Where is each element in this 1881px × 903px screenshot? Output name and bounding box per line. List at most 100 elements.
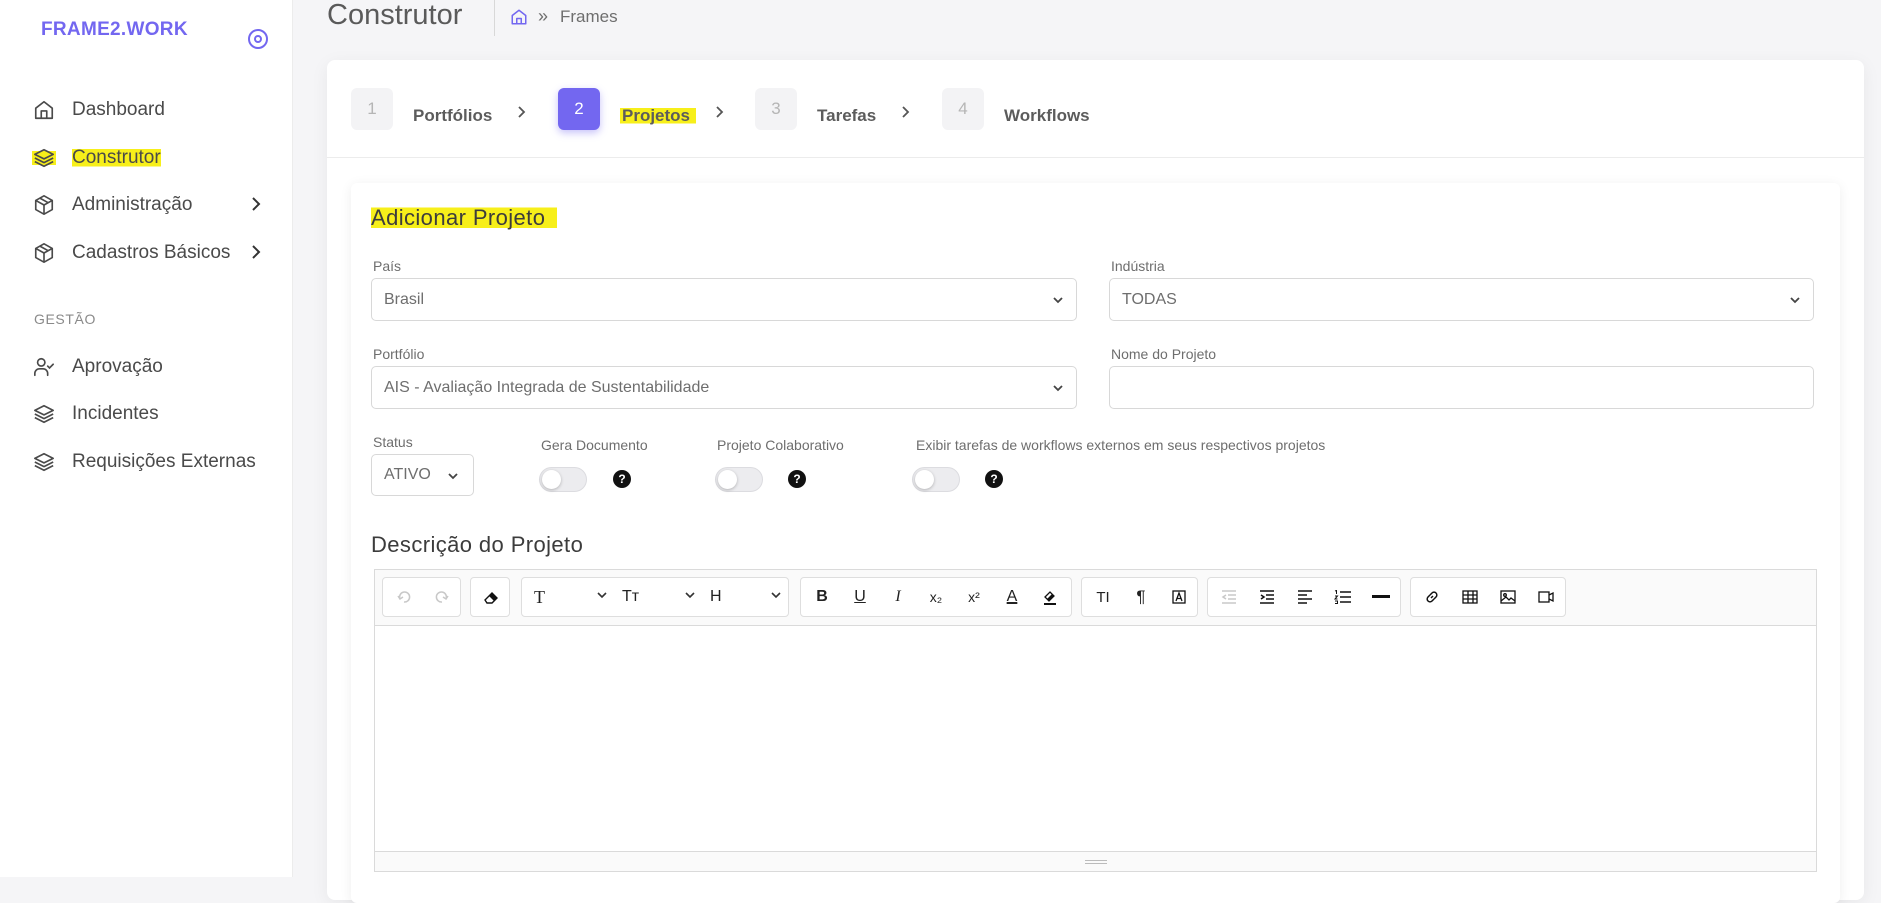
step-portfolios[interactable]: 1 Portfólios <box>351 88 492 130</box>
outdent-icon[interactable] <box>1212 578 1246 616</box>
redo-icon[interactable] <box>425 578 459 616</box>
video-icon[interactable] <box>1529 578 1563 616</box>
portfolio-select[interactable]: AIS - Avaliação Integrada de Sustentabil… <box>371 366 1077 409</box>
gera-documento-toggle[interactable] <box>539 467 587 492</box>
link-icon[interactable] <box>1415 578 1449 616</box>
portfolio-value: AIS - Avaliação Integrada de Sustentabil… <box>384 378 710 396</box>
status-value: ATIVO <box>384 466 431 483</box>
projeto-colaborativo-label: Projeto Colaborativo <box>717 437 844 453</box>
sidebar-item-requisicoes-externas[interactable]: Requisições Externas <box>32 447 256 477</box>
sidebar-item-label: Incidentes <box>72 403 159 424</box>
help-icon[interactable]: ? <box>788 470 806 488</box>
font-family-dropdown[interactable]: T <box>528 578 612 616</box>
pais-label: País <box>373 258 402 274</box>
help-icon[interactable]: ? <box>985 470 1003 488</box>
sidebar: FRAME2.WORK Dashboard Construtor Adminis… <box>0 0 293 877</box>
breadcrumb-current: Frames <box>560 6 618 26</box>
portfolio-label: Portfólio <box>373 346 425 362</box>
toolbar-group-block <box>1207 577 1401 617</box>
chevron-down-icon <box>447 469 459 487</box>
font-color-button[interactable]: A <box>995 578 1029 616</box>
font-size-glyph: Tт <box>622 588 640 605</box>
user-check-icon <box>32 355 56 379</box>
chevron-right-icon <box>250 195 262 219</box>
home-icon[interactable] <box>510 8 528 26</box>
sidebar-item-label: Requisições Externas <box>72 451 256 472</box>
editor-resize-bar[interactable] <box>375 851 1816 871</box>
table-icon[interactable] <box>1453 578 1487 616</box>
editor-content-area[interactable] <box>375 626 1816 852</box>
sidebar-item-label: Aprovação <box>72 356 163 377</box>
toolbar-group-format: T Tт H <box>521 577 789 617</box>
step-number: 3 <box>755 88 797 130</box>
form-title: Adicionar Projeto <box>371 205 558 231</box>
superscript-button[interactable]: x² <box>957 578 991 616</box>
indent-icon[interactable] <box>1250 578 1284 616</box>
box-icon <box>32 193 56 217</box>
sidebar-item-construtor[interactable]: Construtor <box>32 143 161 173</box>
font-size-dropdown[interactable]: Tт <box>616 578 700 616</box>
industria-select[interactable]: TODAS <box>1109 278 1814 321</box>
chevron-down-icon <box>685 592 695 599</box>
chevron-down-icon <box>1052 293 1064 311</box>
nome-projeto-label: Nome do Projeto <box>1111 346 1217 362</box>
brand-logo[interactable]: FRAME2.WORK <box>41 19 188 41</box>
box-icon <box>32 241 56 265</box>
image-icon[interactable] <box>1491 578 1525 616</box>
step-projetos[interactable]: 2 Projetos <box>558 88 697 130</box>
undo-icon[interactable] <box>387 578 421 616</box>
horizontal-rule-icon[interactable] <box>1364 578 1398 616</box>
toolbar-group-insert <box>1410 577 1566 617</box>
page-title: Construtor <box>327 0 463 31</box>
paragraph-button[interactable]: ¶ <box>1124 578 1158 616</box>
section-label-gestao: GESTÃO <box>34 311 96 327</box>
industria-value: TODAS <box>1122 290 1177 308</box>
help-icon[interactable]: ? <box>613 470 631 488</box>
home-icon <box>32 98 56 122</box>
double-chevron-icon: » <box>538 6 549 26</box>
align-left-icon[interactable] <box>1288 578 1322 616</box>
toolbar-group-paragraph: TI ¶ <box>1081 577 1198 617</box>
heading-glyph: H <box>710 588 722 605</box>
italic-button[interactable]: I <box>881 578 915 616</box>
projeto-colaborativo-toggle[interactable] <box>715 467 763 492</box>
layers-icon <box>32 450 56 474</box>
underline-button[interactable]: U <box>843 578 877 616</box>
sidebar-item-aprovacao[interactable]: Aprovação <box>32 352 163 382</box>
ordered-list-icon[interactable] <box>1326 578 1360 616</box>
layers-icon <box>32 146 56 170</box>
chevron-right-icon <box>714 105 724 124</box>
industria-label: Indústria <box>1111 258 1165 274</box>
subscript-button[interactable]: x₂ <box>919 578 953 616</box>
step-number: 1 <box>351 88 393 130</box>
highlight-color-icon[interactable] <box>1033 578 1067 616</box>
sidebar-item-cadastros-basicos[interactable]: Cadastros Básicos <box>32 238 272 268</box>
rich-text-editor: T Tт H B U I x₂ x² A TI ¶ <box>374 569 1817 872</box>
exibir-tarefas-label: Exibir tarefas de workflows externos em … <box>916 437 1326 453</box>
toolbar-group-text-style: B U I x₂ x² A <box>800 577 1072 617</box>
chevron-down-icon <box>597 592 607 599</box>
pais-select[interactable]: Brasil <box>371 278 1077 321</box>
exibir-tarefas-toggle[interactable] <box>912 467 960 492</box>
heading-dropdown[interactable]: H <box>704 578 786 616</box>
sidebar-toggle-icon[interactable] <box>248 29 268 49</box>
eraser-icon[interactable] <box>473 578 509 616</box>
sidebar-item-administracao[interactable]: Administração <box>32 190 272 220</box>
step-tarefas[interactable]: 3 Tarefas <box>755 88 876 130</box>
step-label: Tarefas <box>817 106 877 125</box>
title-divider <box>494 0 495 36</box>
sidebar-item-incidentes[interactable]: Incidentes <box>32 399 159 429</box>
pais-value: Brasil <box>384 290 425 308</box>
chevron-right-icon <box>900 105 910 124</box>
status-select[interactable]: ATIVO <box>371 454 474 496</box>
wizard-steps: 1 Portfólios 2 Projetos 3 Tarefas 4 Work… <box>327 60 1864 158</box>
sidebar-item-label: Administração <box>72 194 193 215</box>
sidebar-item-dashboard[interactable]: Dashboard <box>32 95 165 125</box>
step-workflows[interactable]: 4 Workflows <box>942 88 1090 130</box>
bold-button[interactable]: B <box>805 578 839 616</box>
status-label: Status <box>373 434 413 450</box>
nome-projeto-input[interactable] <box>1109 366 1814 409</box>
layers-icon <box>32 402 56 426</box>
text-box-icon[interactable] <box>1162 578 1196 616</box>
text-style-button[interactable]: TI <box>1086 578 1120 616</box>
